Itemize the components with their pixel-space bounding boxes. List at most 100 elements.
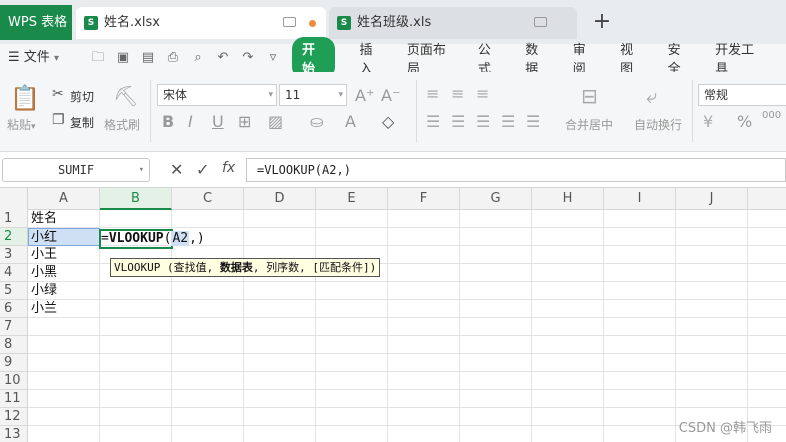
confirm-icon[interactable]: ✓ [196,160,209,179]
ribbon: 📋 粘贴▾ ✂ 剪切 ❐ 复制 ⛏ 格式刷 宋体 ▾ 11 ▾ A⁺ A⁻ B I … [0,72,786,152]
row-header-6[interactable]: 6 [0,300,28,318]
chevron-down-icon: ▾ [138,165,144,175]
insert-function-icon[interactable]: fx [222,160,235,176]
chevron-down-icon: ▾ [268,90,273,100]
grid-line [28,353,786,354]
row-header-10[interactable]: 10 [0,372,28,390]
grid-line [747,210,748,442]
row-header-8[interactable]: 8 [0,336,28,354]
monitor-icon[interactable] [534,17,547,27]
column-header-e[interactable]: E [316,188,388,210]
row-header-5[interactable]: 5 [0,282,28,300]
row-header-7[interactable]: 7 [0,318,28,336]
open-folder-icon[interactable]: 🗀 [90,50,106,66]
column-header-h[interactable]: H [532,188,604,210]
row-header-1[interactable]: 1 [0,210,28,228]
cell-a4[interactable]: 小黑 [29,264,99,282]
underline-icon[interactable]: U [212,112,224,131]
grid-line [28,299,786,300]
tab-active-file[interactable]: S 姓名.xlsx [76,7,326,39]
formula-input[interactable]: =VLOOKUP(A2,) [246,158,786,182]
increase-font-icon[interactable]: A⁺ [355,86,374,105]
fill-color-icon[interactable]: ▨ [268,112,283,131]
column-header-g[interactable]: G [460,188,532,210]
cell-a1[interactable]: 姓名 [29,210,99,228]
format-painter-button[interactable]: 格式刷 [104,116,140,133]
cell-a6[interactable]: 小兰 [29,300,99,318]
align-center-icon[interactable]: ☰ [451,112,465,131]
print-preview-icon[interactable]: ⌕ [190,50,206,66]
new-tab-button[interactable]: + [590,8,614,36]
redo-icon[interactable]: ↷ [240,50,256,66]
print-icon[interactable]: ⎙ [165,50,181,66]
paste-icon[interactable]: 📋 [10,84,40,112]
formula-bar: SUMIF ▾ ✕ ✓ fx =VLOOKUP(A2,) [0,152,786,188]
thousands-separator-icon[interactable]: 000 [762,110,781,121]
row-header-11[interactable]: 11 [0,390,28,408]
font-color-icon[interactable]: A [345,112,356,131]
copy-icon: ❐ [52,112,65,128]
undo-icon[interactable]: ↶ [215,50,231,66]
spreadsheet-file-icon: S [337,16,351,30]
align-right-icon[interactable]: ☰ [476,112,490,131]
column-header-j[interactable]: J [676,188,748,210]
currency-icon[interactable]: ¥ [703,112,713,131]
font-name-value: 宋体 [163,88,188,102]
italic-icon[interactable]: I [188,112,193,131]
grid-line [28,371,786,372]
align-middle-icon[interactable]: ≡ [451,84,464,103]
font-size-value: 11 [285,88,301,102]
copy-button[interactable]: 复制 [70,114,94,131]
font-name-select[interactable]: 宋体 ▾ [157,84,277,106]
cell-a2[interactable]: 小红 [28,228,100,246]
percent-icon[interactable]: % [737,112,752,131]
column-header-d[interactable]: D [244,188,316,210]
export-pdf-icon[interactable]: ▤ [140,50,156,66]
font-size-select[interactable]: 11 ▾ [279,84,347,106]
justify-icon[interactable]: ☰ [501,112,515,131]
cancel-icon[interactable]: ✕ [170,160,183,179]
align-left-icon[interactable]: ☰ [426,112,440,131]
file-menu[interactable]: ☰ 文件 ▾ [8,44,59,72]
name-box[interactable]: SUMIF ▾ [2,158,150,182]
cell-b2-editor[interactable]: =VLOOKUP(A2,) [101,230,205,248]
grid-line [28,407,786,408]
select-all-corner[interactable] [0,188,28,210]
app-label[interactable]: WPS 表格 [0,5,72,40]
tab-active-label: 姓名.xlsx [104,15,160,30]
distribute-icon[interactable]: ☰ [526,112,540,131]
monitor-icon[interactable] [283,17,296,27]
column-header-a[interactable]: A [28,188,100,210]
column-header-f[interactable]: F [388,188,460,210]
row-header-3[interactable]: 3 [0,246,28,264]
row-header-13[interactable]: 13 [0,426,28,442]
cell-a5[interactable]: 小绿 [29,282,99,300]
cell-a3[interactable]: 小王 [29,246,99,264]
column-header-c[interactable]: C [172,188,244,210]
align-top-icon[interactable]: ≡ [426,84,439,103]
row-header-12[interactable]: 12 [0,408,28,426]
hamburger-icon: ☰ [8,50,20,65]
paste-button[interactable]: 粘贴▾ [7,116,36,133]
number-format-select[interactable]: 常规 [698,84,786,106]
save-icon[interactable]: ▣ [115,50,131,66]
eraser-icon[interactable]: ◇ [382,112,394,131]
grid-line [243,210,244,442]
quick-access-toolbar: 🗀 ▣ ▤ ⎙ ⌕ ↶ ↷ ▿ [90,50,281,66]
grid-line [28,335,786,336]
paint-bucket-icon[interactable]: ⛀ [310,112,323,131]
customize-icon[interactable]: ▿ [265,50,281,66]
tab-inactive-file[interactable]: S 姓名班级.xls [329,7,577,39]
row-header-4[interactable]: 4 [0,264,28,282]
wrap-text-button[interactable]: 自动换行 [634,116,682,133]
decrease-font-icon[interactable]: A⁻ [381,86,400,105]
row-header-9[interactable]: 9 [0,354,28,372]
column-header-b[interactable]: B [100,188,172,210]
bold-icon[interactable]: B [162,112,174,131]
cut-button[interactable]: 剪切 [70,88,94,105]
merge-center-button[interactable]: 合并居中 [565,116,613,133]
row-header-2[interactable]: 2 [0,228,28,246]
column-header-i[interactable]: I [604,188,676,210]
border-icon[interactable]: ⊞ [238,112,251,131]
align-bottom-icon[interactable]: ≡ [476,84,489,103]
